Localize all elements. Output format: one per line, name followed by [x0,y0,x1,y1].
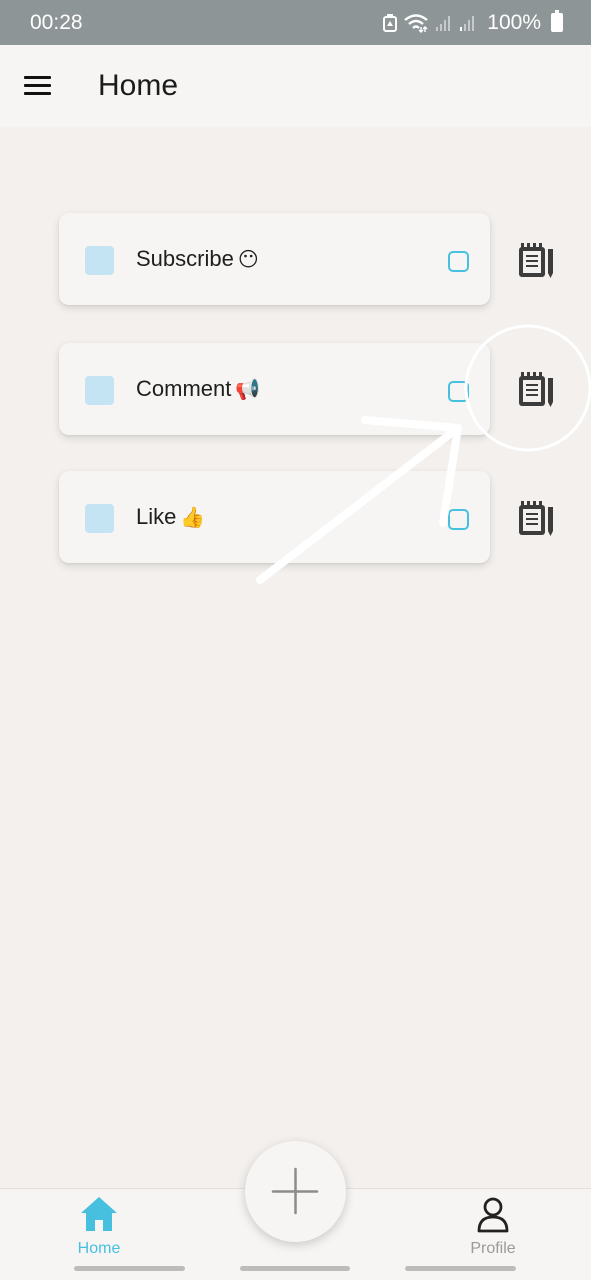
status-right: 100% [383,10,563,35]
nav-profile[interactable]: Profile [455,1197,531,1261]
task-label: Comment 📢 [136,376,260,402]
task-card-subscribe[interactable]: Subscribe 😶 [59,213,490,305]
signal-icon [436,15,451,31]
task-color-swatch [85,504,114,533]
task-label: Like 👍 [136,504,205,530]
status-time: 00:28 [30,10,83,34]
task-color-swatch [85,376,114,405]
nav-home-label: Home [77,1240,121,1257]
nav-profile-label: Profile [470,1240,516,1257]
notes-icon[interactable] [516,499,556,539]
add-task-button[interactable] [245,1141,346,1242]
status-bar: 00:28 100% [0,0,591,45]
plus-icon [271,1167,319,1215]
notes-icon[interactable] [516,241,556,281]
task-checkbox[interactable] [448,251,469,272]
task-color-swatch [85,246,114,275]
signal-icon [460,15,475,31]
nav-home[interactable]: Home [62,1195,136,1259]
hamburger-menu-icon[interactable] [24,76,51,96]
task-card-like[interactable]: Like 👍 [59,471,490,563]
task-label-text: Subscribe [136,246,234,271]
task-label-text: Like [136,504,177,529]
task-emoji: 👍 [180,506,206,529]
tutorial-highlight-overlay [256,324,591,584]
battery-saver-icon [383,13,398,32]
battery-percent: 100% [487,10,541,34]
gesture-bar-right [405,1266,516,1271]
page-title: Home [98,69,179,102]
notes-icon[interactable] [516,370,556,410]
task-label-text: Comment [136,376,232,401]
task-card-comment[interactable]: Comment 📢 [59,343,490,435]
task-label: Subscribe 😶 [136,246,259,272]
task-emoji: 😶 [237,248,259,271]
app-bar: Home [0,45,591,127]
gesture-bar-left [74,1266,185,1271]
status-icons [383,13,477,33]
battery-icon [551,10,563,32]
gesture-bar-center [240,1266,350,1271]
profile-icon [477,1197,509,1233]
task-checkbox[interactable] [448,381,469,402]
task-checkbox[interactable] [448,509,469,530]
home-icon [81,1197,117,1231]
task-emoji: 📢 [235,378,261,401]
wifi-icon [404,13,429,33]
